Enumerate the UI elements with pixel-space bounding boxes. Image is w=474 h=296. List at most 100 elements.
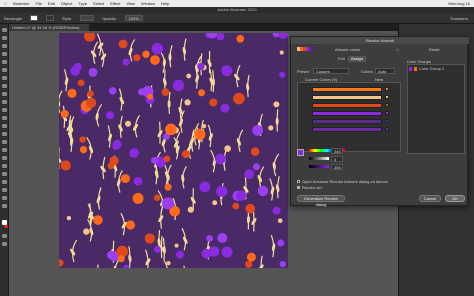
advanced-checkbox[interactable] <box>297 180 300 183</box>
new-color-box[interactable] <box>385 127 389 131</box>
flower <box>246 252 256 262</box>
menu-effect[interactable]: Effect <box>110 0 120 7</box>
new-color-box[interactable] <box>385 87 389 91</box>
flower <box>214 153 226 165</box>
current-color-bar[interactable] <box>312 111 382 116</box>
flower <box>252 124 264 136</box>
document-tab[interactable]: Untitled-1* @ 34.98 % (RGB/Preview) <box>9 24 89 31</box>
current-color-bar[interactable] <box>312 87 382 92</box>
flower <box>272 206 281 215</box>
rotate-tool-icon[interactable] <box>2 108 7 112</box>
brightness-value[interactable]: 255 <box>331 164 343 170</box>
menu-object[interactable]: Object <box>61 0 73 7</box>
color-group-item[interactable]: Color Group 1 <box>419 66 444 71</box>
flower <box>60 160 71 171</box>
current-color-bar[interactable] <box>312 119 382 124</box>
colors-dropdown[interactable]: Auto <box>375 68 395 74</box>
stroke-swatch[interactable] <box>46 15 55 21</box>
new-color-box[interactable] <box>385 119 389 123</box>
flower <box>88 67 98 77</box>
tab-assign[interactable]: Assign <box>347 56 366 62</box>
header-swatch[interactable] <box>312 47 315 51</box>
flower <box>129 148 139 158</box>
eyedropper-tool-icon[interactable] <box>2 156 7 160</box>
cancel-button[interactable]: Cancel <box>419 195 441 202</box>
save-group-icon[interactable]: □ <box>396 47 398 52</box>
flower <box>245 203 256 214</box>
eraser-tool-icon[interactable] <box>2 100 7 104</box>
selection-tool-icon[interactable] <box>2 28 7 32</box>
line-tool-icon[interactable] <box>2 68 7 72</box>
selected-color-swatch[interactable] <box>297 149 304 156</box>
current-color-bar[interactable] <box>312 103 382 108</box>
scale-tool-icon[interactable] <box>2 116 7 120</box>
screen-mode-icon[interactable] <box>2 242 7 246</box>
flower <box>59 259 64 267</box>
flower <box>206 234 214 242</box>
menu-illustrator[interactable]: Illustrator <box>13 0 29 7</box>
artboard-tool-icon[interactable] <box>2 188 7 192</box>
flower <box>164 183 172 191</box>
symbol-sprayer-tool-icon[interactable] <box>2 172 7 176</box>
gradient-tool-icon[interactable] <box>2 148 7 152</box>
flower <box>233 92 245 105</box>
reset-button[interactable]: Reset <box>429 47 439 52</box>
flower <box>122 58 130 66</box>
color-groups-list[interactable]: Color Group 1 <box>407 64 465 154</box>
opacity-field[interactable]: 100% <box>124 15 143 21</box>
stem <box>183 265 185 268</box>
pen-tool-icon[interactable] <box>2 44 7 48</box>
flower <box>273 101 280 108</box>
zoom-tool-icon[interactable] <box>2 204 7 208</box>
apple-icon[interactable]:  <box>4 0 7 7</box>
flower <box>268 125 274 131</box>
type-tool-icon[interactable] <box>2 60 7 64</box>
flower <box>279 50 284 55</box>
active-colors-swatches[interactable] <box>297 47 315 51</box>
curvature-tool-icon[interactable] <box>2 52 7 56</box>
saturation-value[interactable]: 0 <box>331 156 343 162</box>
hue-value[interactable]: 244 <box>331 148 343 154</box>
width-tool-icon[interactable] <box>2 124 7 128</box>
pencil-tool-icon[interactable] <box>2 92 7 96</box>
new-color-box[interactable] <box>385 103 389 107</box>
generalize-button[interactable]: Generalize Recolor dialog <box>297 195 345 207</box>
ok-button[interactable]: OK <box>445 195 465 202</box>
current-color-bar[interactable] <box>312 95 382 100</box>
recolor-art-checkbox[interactable] <box>297 186 300 189</box>
menu-select[interactable]: Select <box>93 0 104 7</box>
draw-mode-icon[interactable] <box>2 234 7 238</box>
menu-help[interactable]: Help <box>161 0 169 7</box>
flower <box>153 194 161 201</box>
flower <box>279 71 286 78</box>
tab-edit[interactable]: Edit <box>335 56 348 62</box>
menu-type[interactable]: Type <box>78 0 87 7</box>
direct-selection-tool-icon[interactable] <box>2 36 7 40</box>
menu-view[interactable]: View <box>126 0 135 7</box>
flower <box>87 90 94 98</box>
shape-builder-tool-icon[interactable] <box>2 140 7 144</box>
group-swatch <box>409 66 412 71</box>
paintbrush-tool-icon[interactable] <box>2 84 7 88</box>
current-color-bar[interactable] <box>312 127 382 132</box>
fill-swatch[interactable] <box>30 15 39 21</box>
artboard[interactable] <box>59 33 288 268</box>
saturation-slider[interactable] <box>309 157 329 160</box>
transform-link[interactable]: Transform <box>450 16 474 21</box>
menu-file[interactable]: File <box>35 0 41 7</box>
stroke-color-icon[interactable] <box>4 225 8 228</box>
new-color-box[interactable] <box>385 111 389 115</box>
blend-tool-icon[interactable] <box>2 164 7 168</box>
menu-edit[interactable]: Edit <box>48 0 55 7</box>
brightness-slider[interactable] <box>309 165 329 168</box>
style-dropdown[interactable] <box>80 15 95 21</box>
flower <box>67 88 77 98</box>
graph-tool-icon[interactable] <box>2 180 7 184</box>
flower <box>221 246 233 258</box>
free-transform-tool-icon[interactable] <box>2 132 7 136</box>
rectangle-tool-icon[interactable] <box>2 76 7 80</box>
preset-dropdown[interactable]: Custom <box>313 68 349 74</box>
new-color-box[interactable] <box>385 95 389 99</box>
hand-tool-icon[interactable] <box>2 196 7 200</box>
menu-window[interactable]: Window <box>141 0 155 7</box>
